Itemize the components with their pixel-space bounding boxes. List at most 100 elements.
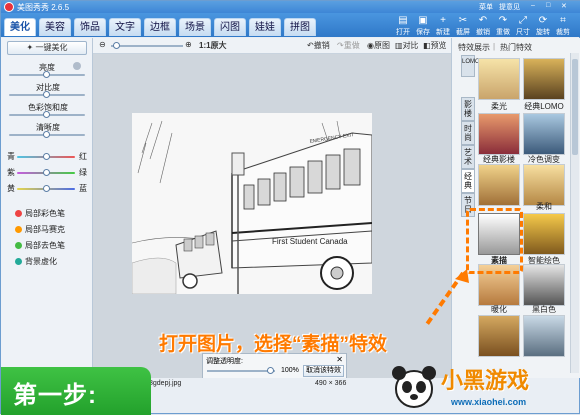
file-name: 8gdepj.jpg [149,380,182,387]
effect-bw-thumb[interactable] [523,264,565,306]
tab-decorations[interactable]: 饰品 [74,18,106,36]
tab-makeup[interactable]: 美容 [39,18,71,36]
undo-tool-button[interactable]: ↶ 撤销 [473,15,493,37]
preview-button[interactable]: ◧预览 [423,40,447,51]
effects-scrollbar[interactable] [570,53,579,373]
cyan-label: 青 [7,152,15,161]
side-tab-lomo[interactable]: LOMO [461,55,480,77]
cyan-red-knob[interactable] [43,153,50,160]
effect-cool-tone-thumb[interactable] [523,113,565,155]
opacity-label: 调整透明度: [206,358,243,365]
side-tab-art[interactable]: 艺术 [461,145,475,169]
auto-beautify-button[interactable]: ✦ 一键美化 [7,41,87,55]
tab-scene[interactable]: 场景 [179,18,211,36]
adjust-panel: ✦ 一键美化 亮度 对比度 色彩饱和度 清晰度 青 红 紫 绿 黄 蓝 局部彩色… [1,38,93,378]
close-popup-icon[interactable]: ✕ [336,355,343,364]
zoom-out-icon[interactable]: ⊖ [99,40,106,49]
green-label: 绿 [79,168,87,177]
blur-icon [15,258,22,266]
contrast-knob[interactable] [43,91,50,98]
effect-studio-thumb[interactable] [478,113,520,155]
redo-button[interactable]: ↷重做 [337,40,360,51]
effect-lomo-thumb[interactable] [523,58,565,100]
red-label: 红 [79,152,87,161]
zoom-knob[interactable] [113,42,120,49]
scissors-icon: ✂ [458,15,468,26]
tab-effects-showcase[interactable]: 特效展示 [458,42,490,53]
saturation-knob[interactable] [43,111,50,118]
resize-button[interactable]: ⤢ 尺寸 [513,15,533,37]
window-title: 美图秀秀 2.6.5 [17,3,70,12]
redo-tool-button[interactable]: ↷ 重做 [493,15,513,37]
rotate-button[interactable]: ⟳ 旋转 [533,15,553,37]
local-decolor-pen[interactable]: 局部去色笔 [15,240,65,251]
side-tab-fashion[interactable]: 时尚 [461,121,475,145]
close-icon[interactable]: ✕ [561,2,567,10]
sketch-photo[interactable]: First Student Canada EMERGENCY EXIT [132,113,372,294]
resize-icon: ⤢ [519,15,527,26]
open-button[interactable]: ▤ 打开 [393,15,413,37]
redo-icon: ↷ [337,41,344,50]
tab-collage[interactable]: 拼图 [284,18,316,36]
effect-extra-thumb-2[interactable] [523,315,565,357]
feedback-link[interactable]: 提意见 [499,2,520,12]
opacity-slider[interactable] [207,370,275,372]
undo-button[interactable]: ↶撤销 [307,40,330,51]
compare-button[interactable]: ▥对比 [395,40,419,51]
instruction-callout: 打开图片，选择“素描”特效 [159,334,388,355]
undo-icon: ↶ [307,41,314,50]
effect-warm-thumb[interactable] [478,164,520,206]
preview-icon: ◧ [423,41,431,50]
app-logo-icon [4,2,14,12]
maximize-icon[interactable]: □ [546,2,550,9]
minimize-icon[interactable]: – [531,2,535,9]
menu-button[interactable]: 菜单 [479,2,493,12]
effect-smart-color-thumb[interactable] [523,213,565,255]
magenta-green-knob[interactable] [43,169,50,176]
sharpness-knob[interactable] [43,131,50,138]
opacity-knob[interactable] [267,367,274,374]
redo-icon: ↷ [498,15,508,26]
tab-beautify[interactable]: 美化 [4,18,36,36]
tab-text[interactable]: 文字 [109,18,141,36]
rotate-icon: ⟳ [538,15,548,26]
new-button[interactable]: + 新建 [433,15,453,37]
save-button[interactable]: ▣ 保存 [413,15,433,37]
crop-button[interactable]: ⌗ 裁剪 [553,15,573,37]
tab-border[interactable]: 边框 [144,18,176,36]
zoom-in-icon[interactable]: ⊕ [185,40,192,49]
yellow-label: 黄 [7,184,15,193]
brand-name: 小黑游戏 [441,368,530,393]
actual-size-button[interactable]: 1:1原大 [199,40,227,51]
brightness-knob[interactable] [43,71,50,78]
tab-flash[interactable]: 闪图 [214,18,246,36]
screenshot-button[interactable]: ✂ 截屏 [453,15,473,37]
yellow-blue-knob[interactable] [43,185,50,192]
side-tab-studio[interactable]: 影楼 [461,97,475,121]
mosaic-icon [15,226,22,234]
effect-lomo-label: 经典LOMO [524,102,564,111]
zoom-slider[interactable] [111,45,183,47]
reset-icon[interactable] [73,62,81,70]
effect-extra-thumb-1[interactable] [478,315,520,357]
scrollbar-thumb[interactable] [572,59,578,155]
effect-warming-label: 暖化 [491,305,507,314]
original-button[interactable]: ◉原图 [367,40,390,51]
cancel-effect-button[interactable]: 取消该特效 [303,365,344,377]
tab-hot-effects[interactable]: 热门特效 [500,42,532,53]
brand-watermark: 小黑游戏 www.xiaohei.com [381,359,580,415]
bus-text: First Student Canada [272,237,348,246]
effect-soft-thumb[interactable] [523,164,565,206]
save-icon: ▣ [418,15,428,26]
background-blur[interactable]: 背景虚化 [15,256,57,267]
side-tab-classic[interactable]: 经典 [461,169,475,193]
decolor-pen-icon [15,242,22,250]
panda-logo-icon [392,366,436,408]
folder-icon: ▤ [398,15,408,26]
local-color-pen[interactable]: 局部彩色笔 [15,208,65,219]
tab-doll[interactable]: 娃娃 [249,18,281,36]
pointer-arrow-icon [423,269,469,329]
effect-soft-light-thumb[interactable] [478,58,520,100]
local-mosaic[interactable]: 局部马赛克 [15,224,65,235]
effect-soft-light-label: 柔光 [491,102,507,111]
